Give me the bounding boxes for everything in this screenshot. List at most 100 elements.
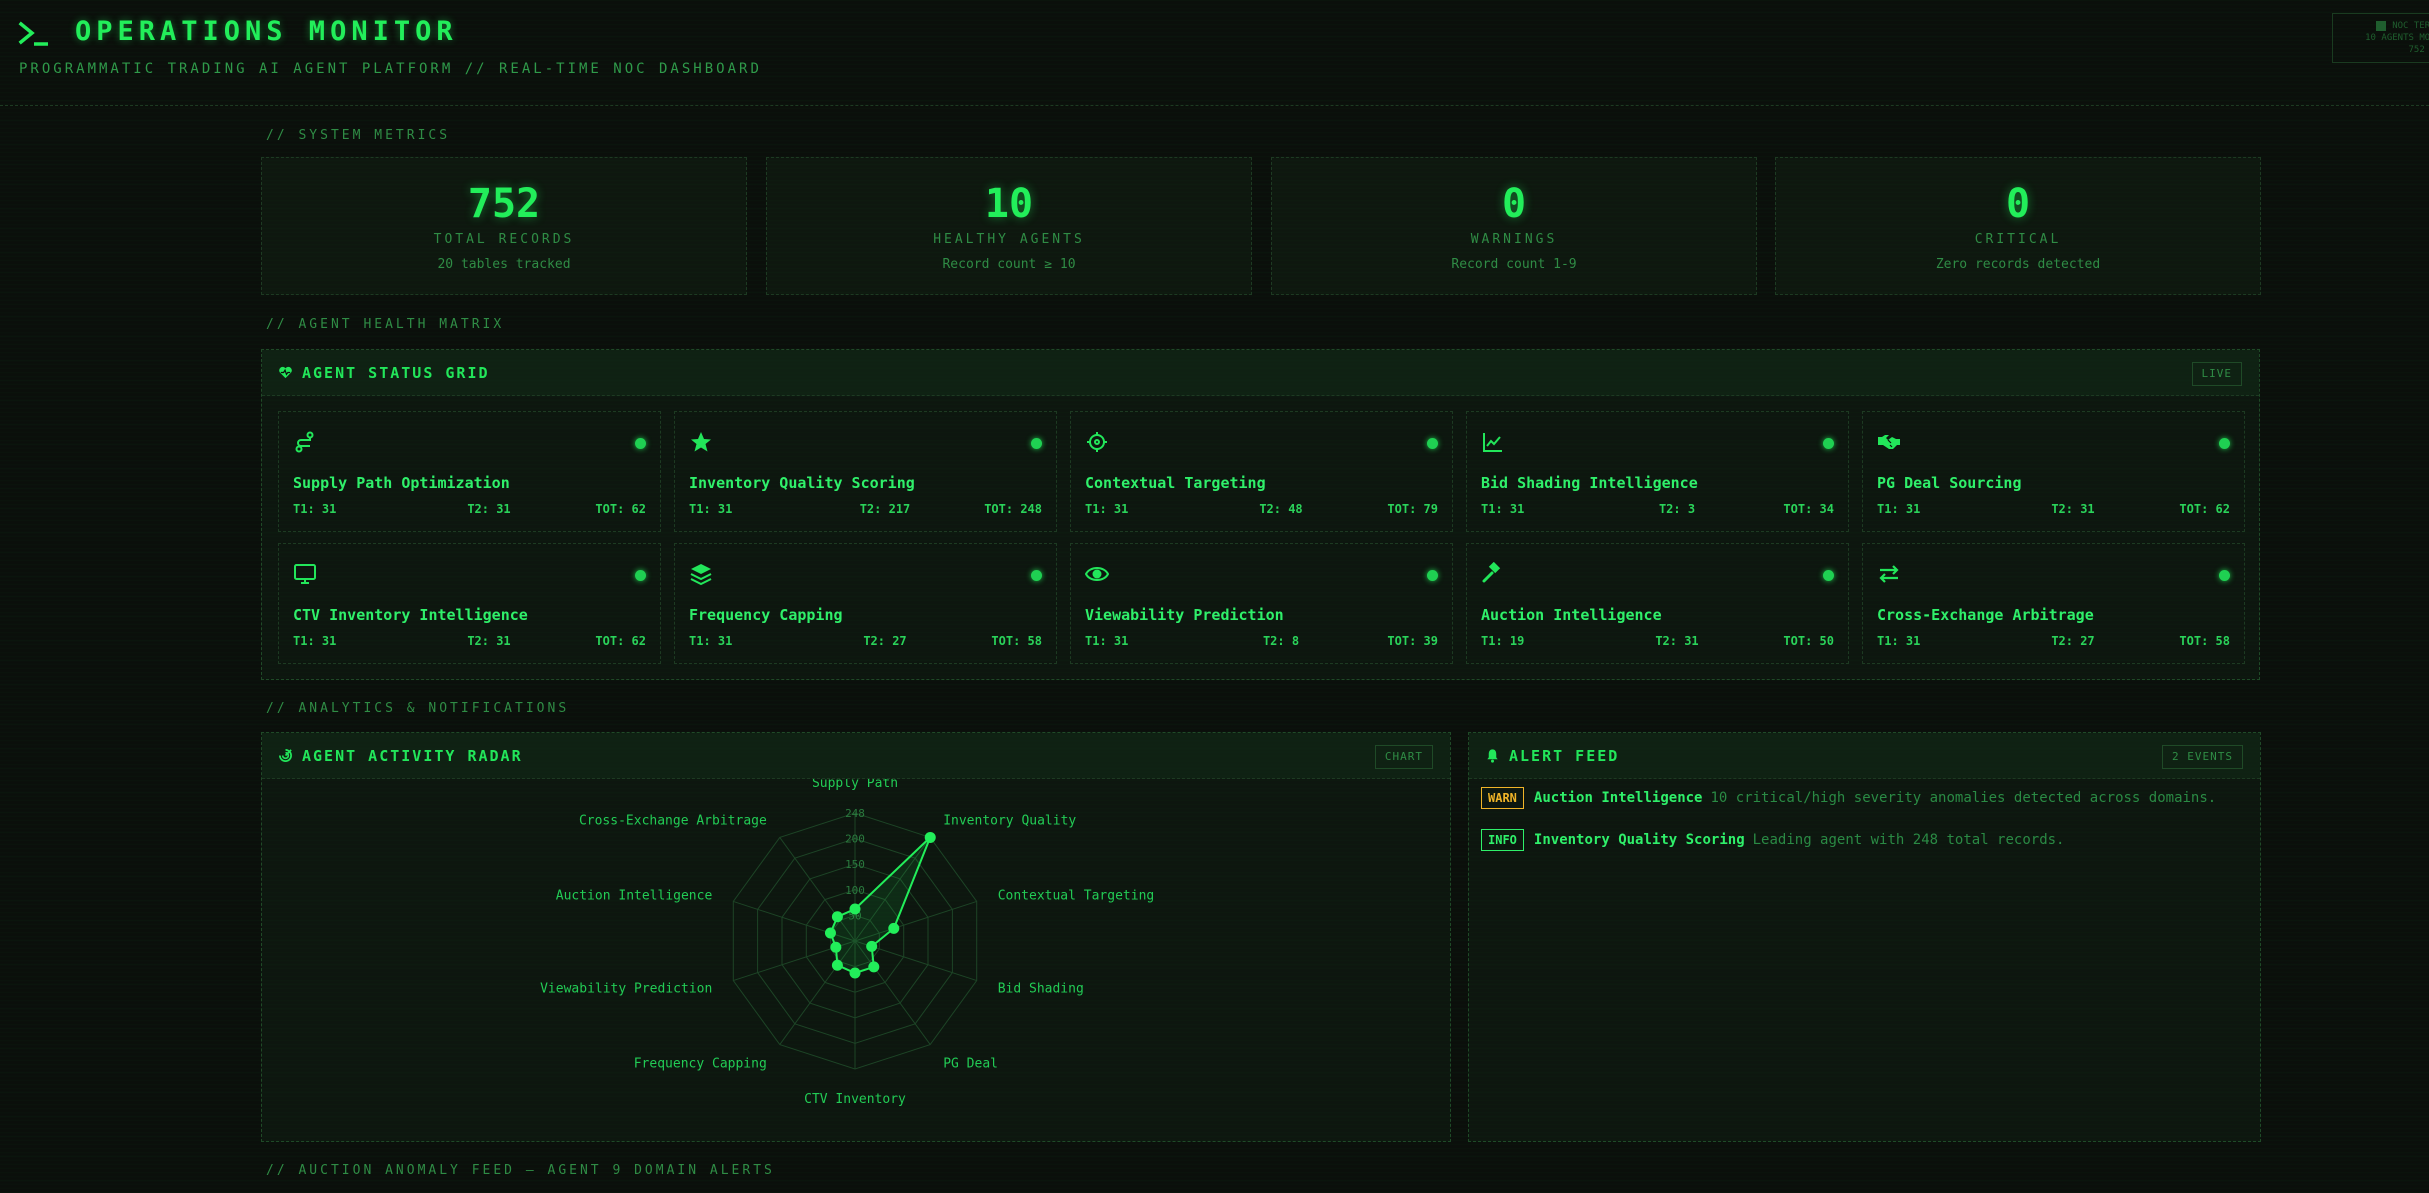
- live-badge: LIVE: [2191, 362, 2242, 386]
- agent-card-ctv-inventory[interactable]: CTV Inventory Intelligence T1: 31 T2: 31…: [278, 543, 661, 664]
- radar-axis-label: Bid Shading: [998, 981, 1084, 996]
- panel-header: AGENT ACTIVITY RADAR CHART: [262, 733, 1450, 779]
- agent-total-count: TOT: 39: [1387, 634, 1438, 648]
- status-indicator: [2219, 438, 2230, 449]
- status-indicator: [635, 438, 646, 449]
- alert-feed-panel: ALERT FEED 2 EVENTS WARN Auction Intellig…: [1468, 732, 2261, 1142]
- agent-t1-count: T1: 31: [1877, 634, 1921, 648]
- radar-axis-label: Cross-Exchange Arbitrage: [579, 814, 767, 829]
- metric-card-total-records: 752 TOTAL RECORDS 20 tables tracked: [261, 157, 747, 295]
- section-label-analytics: // ANALYTICS & NOTIFICATIONS: [266, 701, 570, 716]
- agent-card-pg-deal[interactable]: PG Deal Sourcing T1: 31 T2: 31 TOT: 62: [1862, 411, 2245, 532]
- agent-total-count: TOT: 62: [2179, 502, 2230, 516]
- terminal-icon: [18, 21, 48, 46]
- agent-t1-count: T1: 19: [1481, 634, 1525, 648]
- agent-name: Contextual Targeting: [1085, 474, 1266, 492]
- layers-icon: [690, 564, 712, 586]
- route-icon: [295, 431, 314, 453]
- radar-axis-label: PG Deal: [943, 1056, 998, 1071]
- alert-level-badge: WARN: [1481, 787, 1524, 809]
- radar-point: [888, 922, 900, 934]
- chart-badge: CHART: [1374, 745, 1433, 769]
- agent-status-grid-panel: AGENT STATUS GRID LIVE Supply Path Optim…: [261, 349, 2260, 680]
- alert-agent: Auction Intelligence: [1533, 790, 1703, 806]
- agent-card-bid-shading[interactable]: Bid Shading Intelligence T1: 31 T2: 3 TO…: [1466, 411, 1849, 532]
- radar-chart: 50100150200248Supply PathInventory Quali…: [540, 779, 1155, 1107]
- heart-pulse-icon: [279, 366, 292, 379]
- metric-value: 10: [984, 181, 1034, 227]
- panel-title: ALERT FEED: [1509, 747, 1620, 765]
- agent-t2-count: T2: 31: [467, 634, 511, 648]
- status-indicator: [2219, 570, 2230, 581]
- agent-t1-count: T1: 31: [1085, 634, 1129, 648]
- exchange-icon: [1879, 565, 1899, 583]
- radar-axis-label: Contextual Targeting: [998, 889, 1155, 904]
- agent-card-auction-intelligence[interactable]: Auction Intelligence T1: 19 T2: 31 TOT: …: [1466, 543, 1849, 664]
- agent-t1-count: T1: 31: [293, 502, 337, 516]
- alert-level-badge: INFO: [1481, 829, 1524, 851]
- agent-card-inventory-quality[interactable]: Inventory Quality Scoring T1: 31 T2: 217…: [674, 411, 1057, 532]
- radar-point: [849, 967, 861, 979]
- agent-name: Supply Path Optimization: [293, 474, 510, 492]
- agent-total-count: TOT: 34: [1783, 502, 1834, 516]
- metric-label: CRITICAL: [1974, 232, 2062, 247]
- metric-value: 0: [1501, 181, 1527, 227]
- radar-axis-label: Auction Intelligence: [556, 889, 713, 904]
- agent-card-viewability[interactable]: Viewability Prediction T1: 31 T2: 8 TOT:…: [1070, 543, 1453, 664]
- radar-point: [868, 961, 880, 973]
- agent-card-cross-exchange[interactable]: Cross-Exchange Arbitrage T1: 31 T2: 27 T…: [1862, 543, 2245, 664]
- alert-item[interactable]: INFO Inventory Quality Scoring Leading age…: [1481, 829, 2065, 853]
- alert-agent: Inventory Quality Scoring: [1533, 832, 1745, 848]
- status-indicator: [1031, 438, 1042, 449]
- radar-axis-label: Inventory Quality: [943, 814, 1076, 829]
- metric-label: TOTAL RECORDS: [433, 232, 575, 247]
- metric-subtext: Record count ≥ 10: [942, 257, 1076, 272]
- line-chart-icon: [1483, 433, 1502, 452]
- agent-total-count: TOT: 79: [1387, 502, 1438, 516]
- status-indicator: [1823, 570, 1834, 581]
- radar-axis-label: Frequency Capping: [634, 1056, 767, 1071]
- alert-item[interactable]: WARN Auction Intelligence 10 critical/high…: [1481, 787, 2216, 811]
- radar-panel: AGENT ACTIVITY RADAR CHART 5010015020024…: [261, 732, 1451, 1142]
- page-title: OPERATIONS MONITOR: [75, 16, 458, 47]
- agent-card-contextual-targeting[interactable]: Contextual Targeting T1: 31 T2: 48 TOT: …: [1070, 411, 1453, 532]
- event-count-badge: 2 EVENTS: [2162, 745, 2243, 769]
- radar-point: [849, 903, 861, 915]
- metric-subtext: Zero records detected: [1935, 257, 2101, 272]
- radar-tick-label: 248: [845, 807, 865, 820]
- panel-header: AGENT STATUS GRID LIVE: [262, 350, 2259, 396]
- metric-card-critical: 0 CRITICAL Zero records detected: [1775, 157, 2261, 295]
- agent-total-count: TOT: 62: [595, 502, 646, 516]
- tv-icon: [294, 564, 316, 584]
- radar-tick-label: 100: [845, 884, 865, 897]
- agent-name: Frequency Capping: [689, 606, 843, 624]
- crosshair-icon: [1087, 432, 1107, 452]
- agent-t1-count: T1: 31: [1085, 502, 1129, 516]
- page-subtitle: PROGRAMMATIC TRADING AI AGENT PLATFORM /…: [19, 61, 762, 77]
- agent-t2-count: T2: 27: [863, 634, 907, 648]
- radar-point: [924, 831, 936, 843]
- radar-icon: [279, 749, 292, 762]
- agent-t1-count: T1: 31: [689, 634, 733, 648]
- noc-terminal-badge: NOC TERMI 10 AGENTS MONI 752 RE: [2332, 13, 2429, 63]
- section-label-metrics: // SYSTEM METRICS: [266, 128, 451, 143]
- agent-card-supply-path[interactable]: Supply Path Optimization T1: 31 T2: 31 T…: [278, 411, 661, 532]
- agent-name: PG Deal Sourcing: [1877, 474, 2022, 492]
- metric-card-healthy-agents: 10 HEALTHY AGENTS Record count ≥ 10: [766, 157, 1252, 295]
- agent-t2-count: T2: 31: [1655, 634, 1699, 648]
- agent-name: Inventory Quality Scoring: [689, 474, 915, 492]
- agent-t2-count: T2: 31: [2051, 502, 2095, 516]
- section-label-anomaly: // AUCTION ANOMALY FEED — AGENT 9 DOMAIN…: [266, 1163, 775, 1178]
- radar-axis-label: Viewability Prediction: [540, 981, 712, 996]
- agent-t2-count: T2: 27: [2051, 634, 2095, 648]
- agent-t1-count: T1: 31: [689, 502, 733, 516]
- agent-total-count: TOT: 58: [2179, 634, 2230, 648]
- handshake-icon: [1878, 435, 1900, 449]
- radar-axis-label: Supply Path: [812, 779, 898, 791]
- radar-point: [824, 927, 836, 939]
- radar-axis-label: CTV Inventory: [804, 1092, 906, 1107]
- section-label-health: // AGENT HEALTH MATRIX: [266, 317, 505, 332]
- agent-card-frequency-capping[interactable]: Frequency Capping T1: 31 T2: 27 TOT: 58: [674, 543, 1057, 664]
- agent-t1-count: T1: 31: [1877, 502, 1921, 516]
- radar-point: [831, 959, 843, 971]
